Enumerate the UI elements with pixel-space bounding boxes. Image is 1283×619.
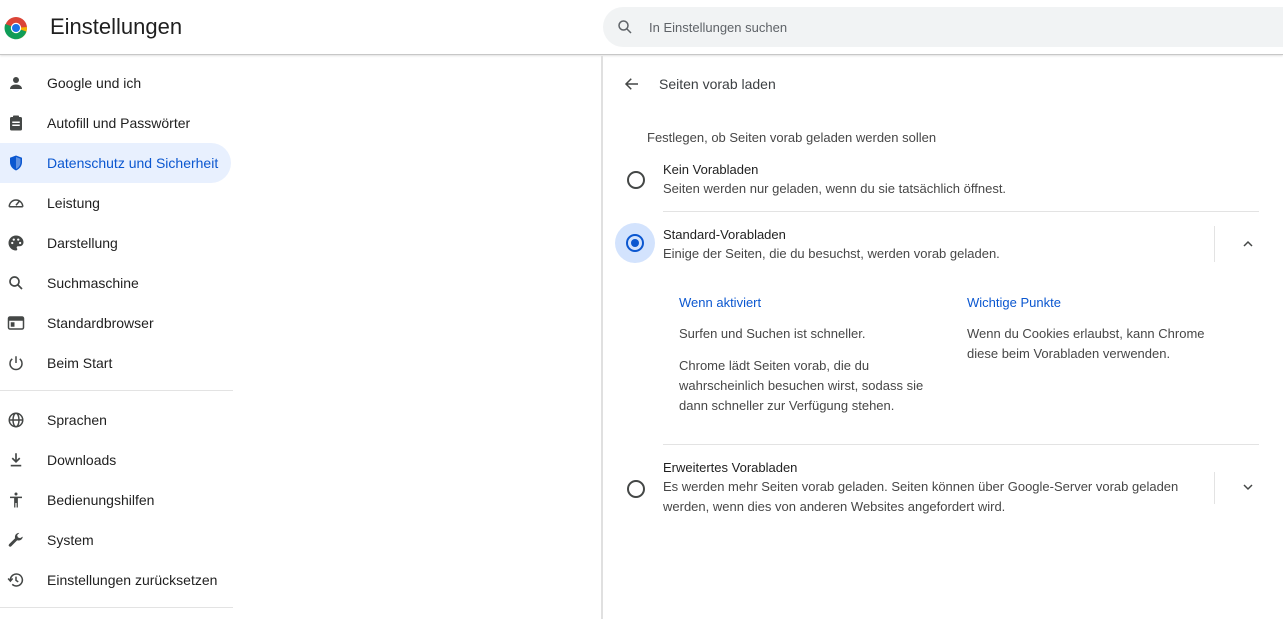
palette-icon — [8, 235, 24, 251]
history-icon — [7, 573, 24, 587]
sidebar-item-label: Autofill und Passwörter — [47, 115, 191, 131]
sidebar-item-label: Google und ich — [47, 75, 142, 91]
sidebar-item-label: Darstellung — [47, 235, 118, 251]
sidebar-item-label: Sprachen — [47, 412, 107, 428]
browser-icon — [7, 316, 25, 330]
speedometer-icon — [8, 199, 24, 208]
shield-icon — [10, 155, 22, 171]
radio-extended-preload[interactable] — [627, 480, 645, 498]
chevron-down-icon[interactable] — [1240, 479, 1256, 495]
sidebar-item-downloads[interactable]: Downloads — [0, 440, 231, 480]
sidebar-item-privacy[interactable]: Datenschutz und Sicherheit — [0, 143, 231, 183]
sidebar-item-on-startup[interactable]: Beim Start — [0, 343, 231, 383]
option-title: Kein Vorabladen — [663, 162, 759, 177]
page-header-title: Einstellungen — [50, 14, 183, 39]
chevron-up-icon[interactable] — [1240, 236, 1256, 252]
sidebar-item-label: Bedienungshilfen — [47, 492, 155, 508]
option-vertical-divider — [1214, 226, 1215, 262]
chrome-logo-icon — [4, 17, 27, 40]
back-arrow-icon[interactable] — [623, 75, 641, 93]
sidebar-item-google[interactable]: Google und ich — [0, 63, 231, 103]
option-description-line-2: werden, wenn dies von anderen Websites a… — [663, 499, 1006, 514]
radio-standard-preload[interactable] — [626, 234, 644, 252]
sidebar-divider — [0, 607, 233, 608]
sidebar-item-label: Einstellungen zurücksetzen — [47, 572, 218, 588]
accessibility-icon — [10, 492, 22, 508]
section-description: Festlegen, ob Seiten vorab geladen werde… — [647, 130, 937, 145]
details-left-heading: Wenn aktiviert — [679, 295, 762, 310]
download-icon — [10, 453, 22, 467]
sidebar-divider — [0, 390, 233, 391]
option-divider — [663, 211, 1259, 212]
sidebar-item-label: Suchmaschine — [47, 275, 139, 291]
option-title: Erweitertes Vorabladen — [663, 460, 798, 475]
sidebar-item-label: Beim Start — [47, 355, 113, 371]
sidebar-item-accessibility[interactable]: Bedienungshilfen — [0, 480, 231, 520]
wrench-icon — [8, 532, 23, 547]
details-right-text: Wenn du Cookies erlaubst, kann Chrome di… — [967, 326, 1205, 361]
sidebar-item-label: Downloads — [47, 452, 117, 468]
search-icon — [9, 276, 23, 290]
sidebar: Google und ich Autofill und Passwörter D… — [0, 56, 240, 619]
option-description: Seiten werden nur geladen, wenn du sie t… — [663, 181, 1007, 196]
sidebar-item-label: Datenschutz und Sicherheit — [47, 155, 219, 171]
sidebar-item-label: System — [47, 532, 94, 548]
sidebar-item-default-browser[interactable]: Standardbrowser — [0, 303, 231, 343]
sidebar-item-languages[interactable]: Sprachen — [0, 400, 231, 440]
radio-no-preload[interactable] — [627, 171, 645, 189]
option-vertical-divider — [1214, 472, 1215, 504]
search-placeholder: In Einstellungen suchen — [649, 20, 788, 35]
search-icon — [618, 20, 632, 34]
sidebar-item-appearance[interactable]: Darstellung — [0, 223, 231, 263]
sidebar-item-reset[interactable]: Einstellungen zurücksetzen — [0, 560, 231, 600]
option-description: Einige der Seiten, die du besuchst, werd… — [663, 246, 1000, 261]
sidebar-item-label: Leistung — [47, 195, 100, 211]
sidebar-item-autofill[interactable]: Autofill und Passwörter — [0, 103, 231, 143]
globe-icon — [8, 412, 24, 428]
settings-search-input[interactable]: In Einstellungen suchen — [603, 7, 1283, 47]
app-header: Einstellungen In Einstellungen suchen — [0, 0, 1283, 55]
sidebar-item-performance[interactable]: Leistung — [0, 183, 231, 223]
sidebar-item-system[interactable]: System — [0, 520, 231, 560]
option-description-line-1: Es werden mehr Seiten vorab geladen. Sei… — [663, 479, 1179, 494]
details-left-text-2: Chrome lädt Seiten vorab, die du wahrsch… — [679, 358, 924, 413]
option-divider — [663, 444, 1259, 445]
sidebar-item-label: Standardbrowser — [47, 315, 154, 331]
power-icon — [9, 356, 23, 371]
sidebar-item-search-engine[interactable]: Suchmaschine — [0, 263, 231, 303]
details-right-heading: Wichtige Punkte — [967, 295, 1061, 310]
option-title: Standard-Vorabladen — [663, 227, 786, 242]
clipboard-icon — [10, 115, 22, 131]
settings-subpage: Seiten vorab laden Festlegen, ob Seiten … — [603, 56, 1283, 619]
subpage-title: Seiten vorab laden — [659, 76, 776, 92]
person-icon — [10, 77, 22, 89]
details-left-text-1: Surfen und Suchen ist schneller. — [679, 326, 866, 341]
